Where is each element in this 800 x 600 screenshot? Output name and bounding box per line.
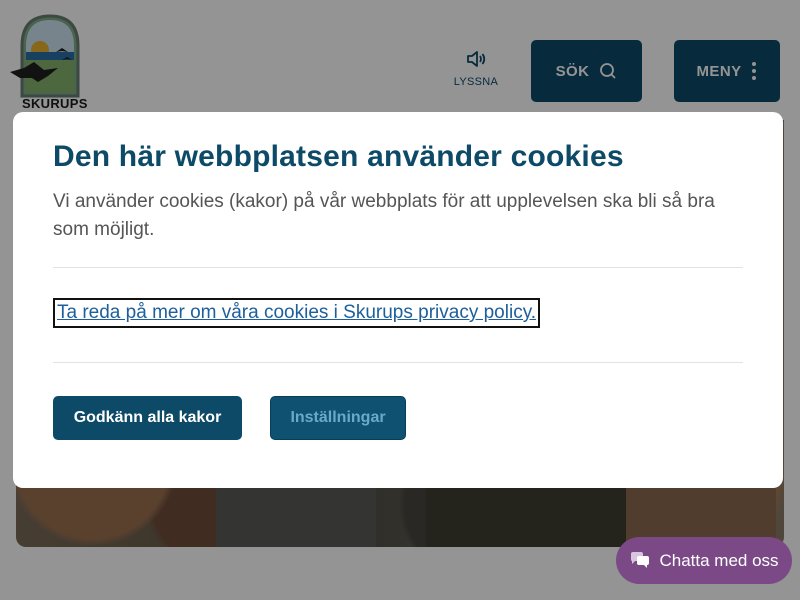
cookie-consent-dialog: Den här webbplatsen använder cookies Vi … (13, 112, 783, 488)
cookie-dialog-title: Den här webbplatsen använder cookies (53, 140, 624, 173)
accept-all-cookies-button[interactable]: Godkänn alla kakor (53, 396, 242, 440)
cookie-dialog-description: Vi använder cookies (kakor) på vår webbp… (53, 191, 715, 240)
chat-bubbles-icon (631, 551, 650, 568)
cookie-settings-button[interactable]: Inställningar (270, 396, 406, 440)
divider (53, 267, 743, 268)
chat-label: Chatta med oss (659, 550, 779, 570)
chat-button[interactable]: Chatta med oss (616, 537, 792, 584)
divider (53, 362, 743, 363)
privacy-policy-link[interactable]: Ta reda på mer om våra cookies i Skurups… (53, 298, 541, 328)
